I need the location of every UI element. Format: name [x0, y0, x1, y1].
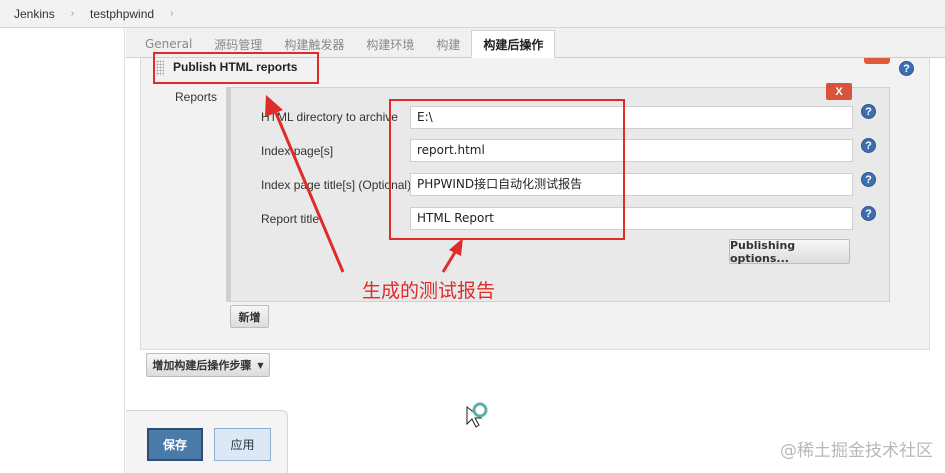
side-pane — [0, 28, 125, 473]
annotation-box-fields — [389, 99, 625, 240]
tab-build[interactable]: 构建 — [425, 31, 471, 57]
breadcrumb-job[interactable]: testphpwind — [84, 7, 160, 21]
add-report-button[interactable]: 新增 — [230, 305, 269, 328]
help-icon[interactable]: ? — [861, 206, 876, 221]
publishing-options-button[interactable]: Publishing options... — [729, 239, 850, 265]
field-label-index-pages: Index page[s] — [261, 144, 334, 158]
watermark: @稀土掘金技术社区 — [780, 441, 933, 461]
add-post-build-step-button[interactable]: 增加构建后操作步骤 ▼ — [146, 353, 270, 377]
tab-post-build[interactable]: 构建后操作 — [471, 30, 556, 58]
annotation-box-title — [153, 52, 319, 84]
field-label-directory: HTML directory to archive — [261, 110, 398, 124]
help-icon[interactable]: ? — [861, 104, 876, 119]
breadcrumb: Jenkins › testphpwind › — [0, 0, 945, 28]
delete-report-button[interactable]: X — [826, 83, 852, 100]
caret-down-icon: ▼ — [257, 360, 264, 370]
apply-button[interactable]: 应用 — [214, 428, 271, 461]
section-delete-button[interactable] — [864, 58, 890, 64]
reports-label: Reports — [175, 90, 218, 104]
add-step-label: 增加构建后操作步骤 — [152, 359, 252, 372]
chevron-right-icon: › — [70, 8, 75, 19]
help-icon[interactable]: ? — [861, 172, 876, 187]
field-label-report-title: Report title — [261, 212, 320, 226]
annotation-caption: 生成的测试报告 — [362, 280, 496, 302]
help-icon[interactable]: ? — [861, 138, 876, 153]
breadcrumb-jenkins[interactable]: Jenkins — [8, 7, 61, 21]
tab-build-env[interactable]: 构建环境 — [355, 31, 425, 57]
save-button[interactable]: 保存 — [147, 428, 203, 461]
help-icon[interactable]: ? — [899, 61, 914, 76]
chevron-right-icon: › — [170, 8, 174, 19]
busy-cursor-icon — [466, 402, 488, 428]
